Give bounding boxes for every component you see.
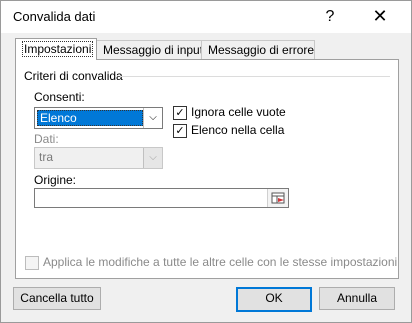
ignore-blank-label: Ignora celle vuote xyxy=(191,105,286,119)
apply-to-all-label: Applica le modifiche a tutte le altre ce… xyxy=(43,255,398,269)
title-bar[interactable]: Convalida dati ? ✕ xyxy=(1,1,411,33)
ok-button[interactable]: OK xyxy=(236,287,312,312)
in-cell-dropdown-label: Elenco nella cella xyxy=(191,123,285,137)
tab-error-message[interactable]: Messaggio di errore xyxy=(201,40,315,59)
help-button[interactable]: ? xyxy=(319,7,341,27)
in-cell-dropdown-checkmark-icon[interactable]: ✓ xyxy=(173,124,187,138)
data-validation-dialog: Convalida dati ? ✕ Impostazioni Messaggi… xyxy=(0,0,412,323)
settings-panel: Criteri di convalida Consenti: Elenco ⌵ … xyxy=(15,59,399,279)
data-operator-dropdown[interactable]: tra ⌵ xyxy=(34,147,163,169)
dialog-title: Convalida dati xyxy=(13,9,96,24)
tab-input-message[interactable]: Messaggio di input xyxy=(96,40,204,59)
validation-criteria-heading: Criteri di convalida xyxy=(24,69,123,83)
cancel-button[interactable]: Annulla xyxy=(319,287,395,310)
tab-settings-label: Impostazioni xyxy=(22,41,94,57)
tab-input-message-label: Messaggio di input xyxy=(103,43,204,57)
ignore-blank-checkmark-icon[interactable]: ✓ xyxy=(173,106,187,120)
group-divider xyxy=(120,76,390,77)
data-operator-value: tra xyxy=(39,150,54,164)
range-selector-button[interactable] xyxy=(267,189,288,207)
source-label: Origine: xyxy=(34,173,77,187)
tab-settings[interactable]: Impostazioni xyxy=(15,38,97,60)
chevron-down-icon[interactable]: ⌵ xyxy=(143,148,162,168)
tab-error-message-label: Messaggio di errore xyxy=(208,43,315,57)
chevron-down-icon[interactable]: ⌵ xyxy=(143,108,162,128)
allow-dropdown-value: Elenco xyxy=(37,110,143,126)
close-button[interactable]: ✕ xyxy=(367,5,393,27)
collapse-dialog-icon xyxy=(271,192,285,204)
clear-all-button[interactable]: Cancella tutto xyxy=(13,287,101,310)
data-label: Dati: xyxy=(34,132,59,146)
allow-label: Consenti: xyxy=(34,90,85,104)
source-input[interactable] xyxy=(34,188,289,208)
apply-to-all-box[interactable] xyxy=(25,256,39,270)
allow-dropdown[interactable]: Elenco ⌵ xyxy=(34,107,163,129)
